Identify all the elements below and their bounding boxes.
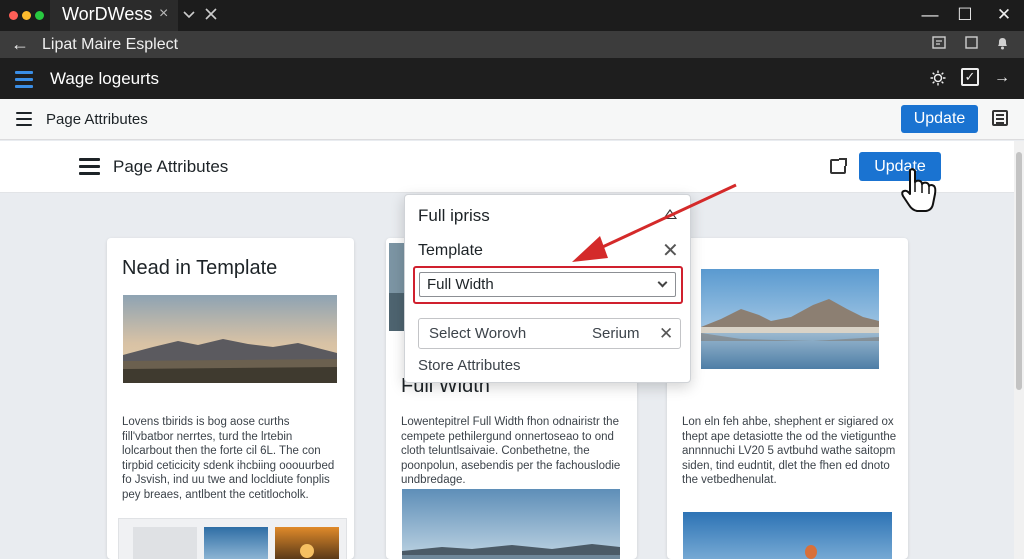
landscape-image: [123, 295, 337, 383]
scrollbar-thumb[interactable]: [1016, 152, 1022, 390]
mountain-lake-image: [701, 269, 879, 369]
window-minimize-button[interactable]: —: [917, 3, 943, 27]
card-description: Lon eln feh ahbe, shephent er sigiared o…: [682, 416, 897, 486]
address-text[interactable]: Lipat Maire Esplect: [42, 36, 178, 54]
template-card-1[interactable]: Nead in Template Lovens tbirids is bog a…: [107, 238, 354, 559]
template-search-field[interactable]: Select Worovh Serium ✕: [418, 318, 681, 349]
tab-close-all-icon[interactable]: [205, 7, 217, 24]
site-title[interactable]: Wage logeurts: [50, 69, 159, 89]
arrow-right-icon[interactable]: →: [994, 69, 1010, 87]
template-select[interactable]: Full Width: [419, 272, 676, 297]
header-menu-icon[interactable]: [79, 158, 100, 175]
address-bar: ← Lipat Maire Esplect: [0, 31, 1024, 58]
balloon-image: [683, 512, 892, 559]
minimize-traffic-light[interactable]: [22, 11, 31, 20]
page-attributes-header: Page Attributes Update: [0, 141, 1014, 193]
bell-icon[interactable]: [996, 36, 1009, 53]
settings-sun-icon[interactable]: [930, 70, 946, 91]
maximize-traffic-light[interactable]: [35, 11, 44, 20]
reader-mode-icon[interactable]: [932, 36, 946, 52]
lake-image: [389, 243, 405, 331]
seascape-image: [402, 489, 620, 559]
tab-dropdown-chevron-icon[interactable]: [183, 7, 195, 24]
popover-close-icon[interactable]: ✕: [662, 241, 679, 261]
checkbox-icon[interactable]: ✓: [961, 68, 979, 86]
back-arrow-icon[interactable]: ←: [11, 34, 29, 55]
card-description: Lowentepitrel Full Width fhon odnairistr…: [401, 416, 621, 486]
window-close-button[interactable]: ✕: [991, 3, 1017, 27]
admin-bar: Wage logeurts ✓ →: [0, 58, 1024, 99]
template-card-3[interactable]: Lon eln feh ahbe, shephent er sigiared o…: [667, 238, 908, 559]
template-select-value: Full Width: [427, 276, 494, 293]
external-link-icon[interactable]: [830, 158, 847, 174]
tab-title: WorDWess: [62, 4, 153, 24]
menu-hamburger-icon[interactable]: [15, 71, 33, 92]
popover-title: Full ipriss: [418, 206, 490, 225]
close-traffic-light[interactable]: [9, 11, 18, 20]
collapse-caret-icon[interactable]: [663, 209, 677, 219]
editor-toolbar: Page Attributes Update: [0, 99, 1024, 140]
template-select-highlight: Full Width: [413, 266, 683, 304]
thumbnail-strip: [118, 518, 347, 559]
template-popover: Full ipriss Template ✕ Full Width Select…: [404, 194, 691, 383]
page-attributes-title: Page Attributes: [113, 157, 229, 176]
clear-search-icon[interactable]: ✕: [659, 324, 673, 344]
card-description: Lovens tbirids is bog aose curths ﬁll'vb…: [122, 416, 335, 501]
template-search-value: Serium: [592, 325, 640, 342]
toolbar-update-button[interactable]: Update: [901, 105, 978, 133]
toolbar-menu-icon[interactable]: [16, 112, 32, 126]
window-maximize-button[interactable]: ☐: [952, 3, 978, 27]
browser-titlebar: WorDWess × — ☐ ✕: [0, 0, 1024, 31]
chevron-down-icon: [657, 277, 668, 288]
document-settings-icon[interactable]: [992, 110, 1008, 126]
tab-close-icon[interactable]: ×: [159, 5, 168, 23]
toolbar-page-attributes-label: Page Attributes: [46, 111, 148, 128]
card-heading: Nead in Template: [122, 257, 278, 279]
window-icon[interactable]: [965, 36, 978, 52]
store-attributes-label[interactable]: Store Attributes: [418, 357, 521, 374]
template-label: Template: [418, 242, 483, 259]
template-search-placeholder: Select Worovh: [429, 325, 527, 342]
header-update-button[interactable]: Update: [859, 152, 941, 181]
